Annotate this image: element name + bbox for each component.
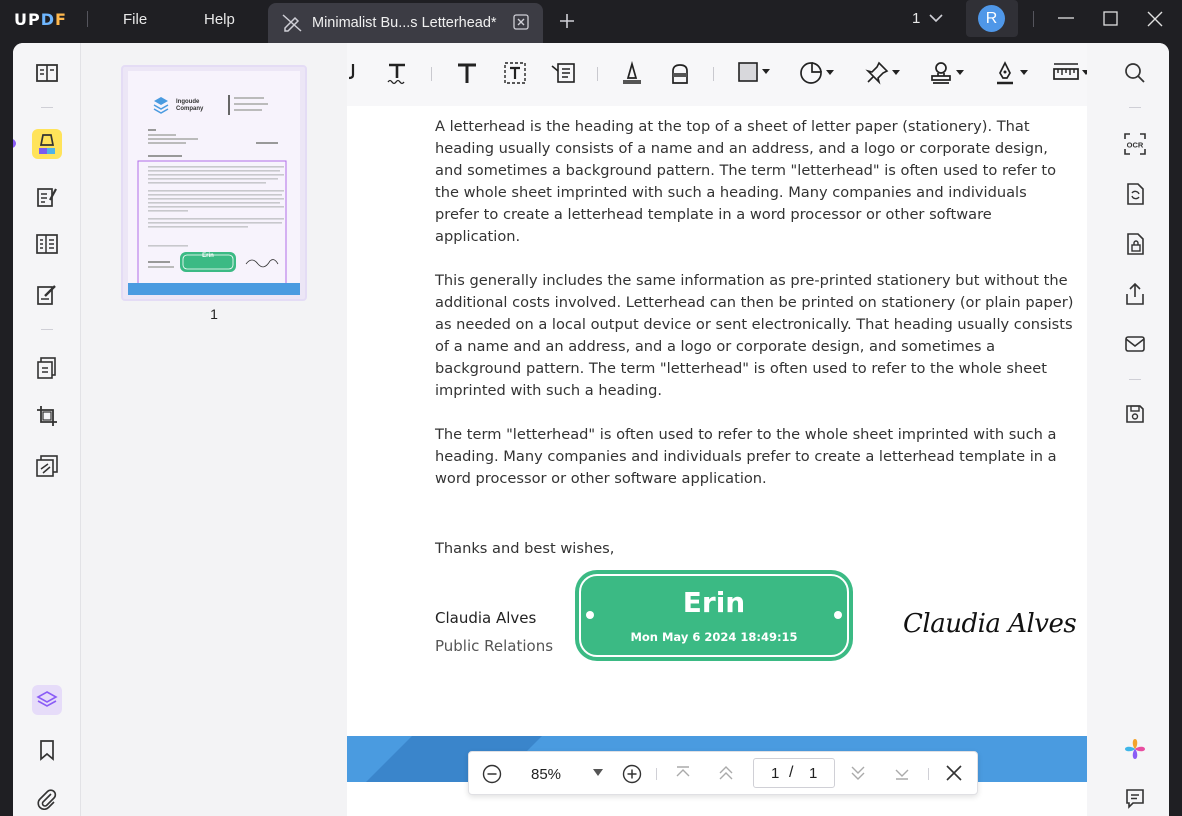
updf-logo: UPDF — [14, 10, 67, 29]
zoom-out-icon[interactable] — [482, 764, 502, 784]
attachment-icon[interactable] — [32, 784, 62, 814]
tab-title: Minimalist Bu...s Letterhead* — [312, 15, 497, 31]
handwritten-signature: Claudia Alves — [903, 609, 1077, 639]
closing-line: Thanks and best wishes, — [435, 540, 615, 557]
search-icon[interactable] — [1122, 60, 1148, 86]
stamp-tool-icon[interactable] — [929, 61, 964, 85]
shape-rectangle-icon[interactable] — [737, 61, 770, 83]
comment-highlight-tool-icon[interactable] — [32, 129, 62, 159]
document-tab[interactable]: Minimalist Bu...s Letterhead* — [268, 3, 543, 43]
letter-body: A letterhead is the heading at the top o… — [435, 116, 1075, 512]
right-tool-sidebar: OCR — [1087, 43, 1169, 816]
title-bar: UPDF File Help Minimalist Bu...s Letterh… — [0, 0, 1182, 43]
menu-file[interactable]: File — [123, 11, 147, 28]
protect-pdf-icon[interactable] — [32, 451, 62, 481]
app-window: Ingoude Company Erin 1 A letterhead is t… — [13, 43, 1169, 816]
svg-text:OCR: OCR — [1127, 141, 1144, 150]
crop-icon[interactable] — [32, 401, 62, 431]
signature-pen-icon[interactable] — [993, 61, 1028, 85]
toolbar-divider — [597, 67, 598, 81]
sticker-icon[interactable] — [799, 61, 834, 85]
share-icon[interactable] — [1122, 281, 1148, 307]
zoombar-divider — [656, 768, 657, 780]
text-box-icon[interactable] — [503, 61, 527, 85]
toolbar-divider — [431, 67, 432, 81]
new-tab-plus-icon[interactable] — [558, 12, 576, 30]
body-paragraph: The term "letterhead" is often used to r… — [435, 426, 1057, 487]
zoombar-divider — [928, 768, 929, 780]
organize-pages-icon[interactable] — [32, 229, 62, 259]
stamp-name: Erin — [682, 586, 746, 619]
text-tool-icon[interactable] — [455, 61, 479, 85]
measure-ruler-icon[interactable] — [1053, 61, 1090, 85]
titlebar-divider — [87, 11, 88, 27]
pencil-icon[interactable] — [621, 61, 643, 85]
current-page: 1 — [771, 765, 780, 782]
sidebar-divider — [1129, 379, 1141, 380]
zoom-in-icon[interactable] — [622, 764, 642, 784]
underline-icon[interactable] — [347, 61, 361, 85]
body-paragraph: A letterhead is the heading at the top o… — [435, 118, 1057, 245]
window-count[interactable]: 1 — [912, 10, 920, 27]
page-thumbnail[interactable]: Ingoude Company Erin — [121, 65, 307, 301]
thumbnail-page-number: 1 — [210, 306, 218, 322]
comments-icon[interactable] — [1122, 785, 1148, 811]
toolbar-divider — [713, 67, 714, 81]
titlebar-divider — [1033, 11, 1034, 27]
sender-role: Public Relations — [435, 637, 554, 655]
thumbnail-page: Ingoude Company Erin — [128, 71, 300, 295]
reader-mode-icon[interactable] — [32, 58, 62, 88]
next-page-icon[interactable] — [849, 764, 867, 782]
total-pages: 1 — [809, 765, 818, 782]
sidebar-divider — [1129, 107, 1141, 108]
sender-name: Claudia Alves — [435, 609, 537, 627]
edit-off-icon — [282, 14, 302, 32]
close-window-icon[interactable] — [1145, 9, 1165, 29]
thumbnail-panel: Ingoude Company Erin 1 — [81, 43, 347, 816]
thumb-stamp-name: Erin — [202, 253, 214, 259]
email-icon[interactable] — [1122, 331, 1148, 357]
body-paragraph: This generally includes the same informa… — [435, 272, 1074, 399]
convert-pages-icon[interactable] — [32, 353, 62, 383]
active-indicator — [13, 139, 16, 148]
eraser-icon[interactable] — [669, 61, 691, 85]
last-page-icon[interactable] — [893, 764, 911, 782]
close-tab-icon[interactable] — [513, 14, 529, 30]
avatar[interactable]: R — [978, 5, 1005, 32]
pin-icon[interactable] — [865, 61, 900, 85]
text-callout-icon[interactable] — [551, 61, 577, 85]
bookmark-icon[interactable] — [32, 735, 62, 765]
maximize-icon[interactable] — [1101, 9, 1121, 29]
menu-help[interactable]: Help — [204, 11, 235, 28]
layers-icon[interactable] — [32, 685, 62, 715]
first-page-icon[interactable] — [674, 764, 692, 782]
squiggly-text-icon[interactable] — [385, 61, 409, 85]
minimize-icon[interactable] — [1056, 9, 1076, 29]
previous-page-icon[interactable] — [717, 764, 735, 782]
annotation-toolbar — [347, 43, 1090, 106]
fill-sign-icon[interactable] — [32, 280, 62, 310]
thumb-company-name: Ingoude Company — [176, 99, 204, 112]
chevron-down-icon[interactable] — [928, 13, 944, 23]
zoom-page-bar: 85% 1 / 1 — [468, 751, 978, 795]
zoom-level[interactable]: 85% — [531, 766, 561, 783]
approval-stamp[interactable]: Erin Mon May 6 2024 18:49:15 — [575, 570, 853, 661]
sidebar-divider — [41, 107, 53, 108]
stamp-date: Mon May 6 2024 18:49:15 — [630, 630, 798, 644]
zoom-dropdown-icon[interactable] — [593, 769, 603, 777]
ai-assistant-icon[interactable] — [1122, 736, 1148, 762]
page-number-input[interactable]: 1 / 1 — [753, 758, 835, 788]
left-tool-sidebar — [13, 43, 81, 816]
edit-pdf-icon[interactable] — [32, 182, 62, 212]
close-zoombar-icon[interactable] — [945, 764, 963, 782]
protect-file-icon[interactable] — [1122, 231, 1148, 257]
page-separator: / — [789, 764, 794, 781]
sidebar-divider — [41, 329, 53, 330]
pdf-page: A letterhead is the heading at the top o… — [347, 106, 1087, 816]
save-icon[interactable] — [1122, 401, 1148, 427]
document-view: A letterhead is the heading at the top o… — [347, 43, 1090, 816]
ocr-icon[interactable]: OCR — [1122, 131, 1148, 157]
convert-pdf-icon[interactable] — [1122, 181, 1148, 207]
